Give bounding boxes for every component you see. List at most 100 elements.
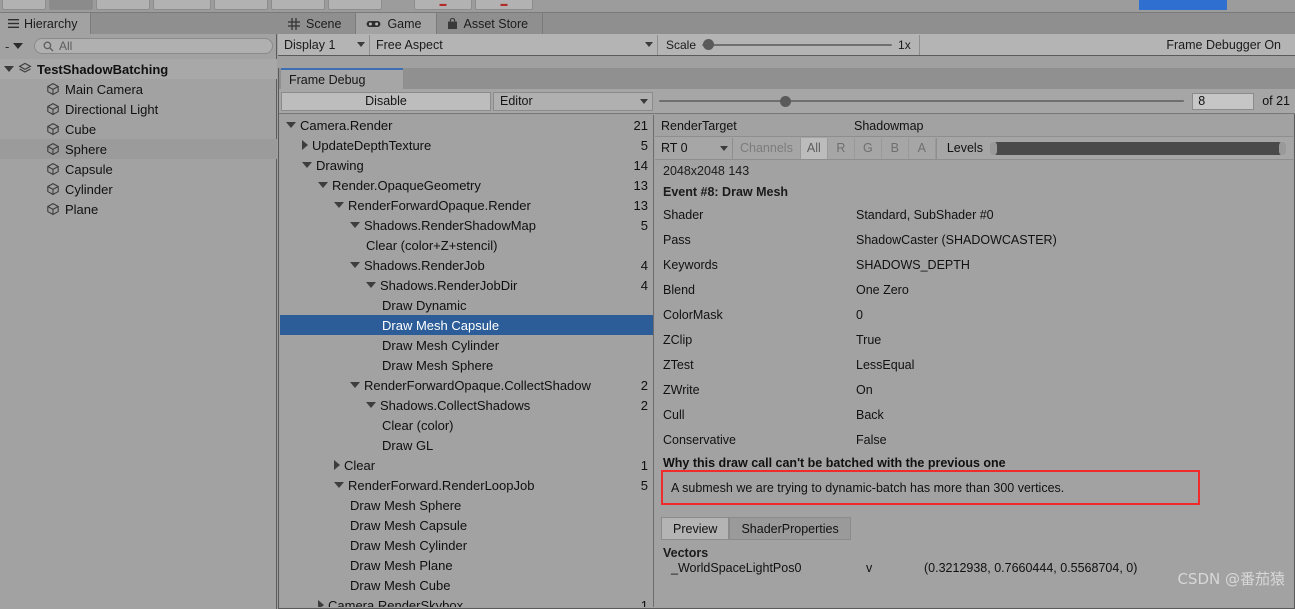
search-input[interactable]: All bbox=[34, 38, 273, 54]
create-dropdown[interactable]: - bbox=[4, 38, 34, 55]
levels-slider[interactable] bbox=[989, 141, 1287, 155]
frame-event-row[interactable]: Clear 1 bbox=[280, 455, 653, 475]
hierarchy-item-cylinder[interactable]: Cylinder bbox=[0, 179, 277, 199]
chevron-down-icon[interactable] bbox=[334, 202, 344, 208]
pause-button[interactable] bbox=[153, 0, 211, 10]
chevron-down-icon[interactable] bbox=[302, 162, 312, 168]
chevron-down-icon[interactable] bbox=[350, 222, 360, 228]
grid-icon bbox=[288, 17, 300, 30]
tab-hierarchy[interactable]: Hierarchy bbox=[0, 13, 91, 34]
channel-button-b[interactable]: B bbox=[882, 137, 909, 159]
transform-tools-button[interactable] bbox=[2, 0, 46, 10]
tab-preview[interactable]: Preview bbox=[661, 517, 730, 540]
gameobject-icon bbox=[47, 142, 59, 156]
frame-event-count: 4 bbox=[640, 277, 648, 293]
chevron-down-icon[interactable] bbox=[366, 402, 376, 408]
frame-event-row[interactable]: Clear (color+Z+stencil) bbox=[280, 235, 653, 255]
chevron-right-icon[interactable] bbox=[318, 600, 324, 607]
event-slider-knob[interactable] bbox=[780, 95, 792, 107]
tab-game[interactable]: Game bbox=[356, 13, 437, 34]
frame-event-row[interactable]: Shadows.RenderJob 4 bbox=[280, 255, 653, 275]
frame-event-row[interactable]: UpdateDepthTexture 5 bbox=[280, 135, 653, 155]
channel-button-all[interactable]: All bbox=[800, 137, 828, 159]
property-key: Cull bbox=[663, 407, 685, 422]
aspect-dropdown[interactable]: Free Aspect bbox=[370, 34, 658, 55]
hierarchy-item-cube[interactable]: Cube bbox=[0, 119, 277, 139]
chevron-down-icon[interactable] bbox=[350, 262, 360, 268]
target-dropdown[interactable]: Editor bbox=[493, 91, 653, 111]
frame-event-row[interactable]: Shadows.RenderShadowMap 5 bbox=[280, 215, 653, 235]
tab-frame-debug[interactable]: Frame Debug bbox=[281, 68, 403, 89]
levels-group[interactable]: Levels bbox=[935, 137, 1293, 159]
hierarchy-item-plane[interactable]: Plane bbox=[0, 199, 277, 219]
frame-event-row[interactable]: Draw Mesh Capsule bbox=[280, 515, 653, 535]
frame-event-label: Draw Mesh Capsule bbox=[350, 517, 468, 533]
chevron-down-icon[interactable] bbox=[350, 382, 360, 388]
scale-slider-knob[interactable] bbox=[702, 39, 714, 50]
display-dropdown[interactable]: Display 1 bbox=[278, 34, 370, 55]
chevron-down-icon[interactable] bbox=[334, 482, 344, 488]
step-button[interactable] bbox=[214, 0, 268, 10]
hierarchy-item-directional-light[interactable]: Directional Light bbox=[0, 99, 277, 119]
play-button[interactable] bbox=[96, 0, 150, 10]
collab-button[interactable] bbox=[271, 0, 325, 10]
frame-event-row[interactable]: Draw Mesh Capsule bbox=[280, 315, 653, 335]
event-slider-track[interactable] bbox=[659, 95, 1185, 107]
event-index-input[interactable]: 8 bbox=[1192, 92, 1255, 110]
rt-dropdown[interactable]: RT 0 bbox=[655, 137, 733, 159]
channel-button-a[interactable]: A bbox=[909, 137, 936, 159]
tab-shader-properties[interactable]: ShaderProperties bbox=[729, 517, 851, 540]
frame-event-row[interactable]: Draw Mesh Cube bbox=[280, 575, 653, 595]
hierarchy-item-label: Sphere bbox=[65, 141, 107, 157]
chevron-down-icon[interactable] bbox=[286, 122, 296, 128]
chevron-down-icon[interactable] bbox=[318, 182, 328, 188]
frame-event-row[interactable]: Shadows.CollectShadows 2 bbox=[280, 395, 653, 415]
frame-event-row[interactable]: RenderForward.RenderLoopJob 5 bbox=[280, 475, 653, 495]
levels-label: Levels bbox=[946, 141, 983, 155]
frame-event-row[interactable]: Render.OpaqueGeometry 13 bbox=[280, 175, 653, 195]
frame-debug-event-tree[interactable]: Camera.Render 21 UpdateDepthTexture 5 Drawin… bbox=[280, 115, 654, 607]
frame-event-count: 13 bbox=[633, 177, 648, 193]
frame-event-label: UpdateDepthTexture bbox=[312, 137, 432, 153]
chevron-down-icon[interactable] bbox=[366, 282, 376, 288]
frame-event-row[interactable]: Draw Mesh Cylinder bbox=[280, 335, 653, 355]
tab-scene[interactable]: Scene bbox=[278, 13, 357, 34]
chevron-right-icon[interactable] bbox=[302, 140, 308, 150]
frame-event-row[interactable]: Draw Mesh Plane bbox=[280, 555, 653, 575]
event-slider-group[interactable]: 8 of 21 bbox=[659, 92, 1295, 111]
pivot-toggle-button[interactable] bbox=[49, 0, 93, 10]
chevron-down-icon bbox=[645, 42, 653, 47]
channel-button-g[interactable]: G bbox=[855, 137, 882, 159]
frame-event-row[interactable]: Draw Mesh Sphere bbox=[280, 495, 653, 515]
chevron-right-icon[interactable] bbox=[334, 460, 340, 470]
layout-dropdown[interactable]: ▬ bbox=[475, 0, 533, 10]
game-panel-toolbar: Display 1 Free Aspect Scale 1x Frame Deb… bbox=[278, 34, 1295, 56]
scene-icon bbox=[18, 62, 32, 73]
frame-event-row[interactable]: Shadows.RenderJobDir 4 bbox=[280, 275, 653, 295]
frame-event-row[interactable]: RenderForwardOpaque.Render 13 bbox=[280, 195, 653, 215]
disable-button[interactable]: Disable bbox=[281, 91, 491, 111]
frame-event-row[interactable]: Draw Dynamic bbox=[280, 295, 653, 315]
frame-event-row[interactable]: Camera.Render 21 bbox=[280, 115, 653, 135]
property-key: ZWrite bbox=[663, 382, 700, 397]
frame-event-row[interactable]: Draw GL bbox=[280, 435, 653, 455]
frame-event-row[interactable]: Draw Mesh Sphere bbox=[280, 355, 653, 375]
chevron-down-icon[interactable] bbox=[4, 66, 14, 72]
channel-button-r[interactable]: R bbox=[828, 137, 855, 159]
scale-slider-group[interactable]: Scale 1x bbox=[658, 34, 920, 55]
hierarchy-item-capsule[interactable]: Capsule bbox=[0, 159, 277, 179]
frame-event-row[interactable]: Camera.RenderSkybox 1 bbox=[280, 595, 653, 607]
frame-event-row[interactable]: Clear (color) bbox=[280, 415, 653, 435]
hierarchy-root-row[interactable]: TestShadowBatching bbox=[0, 59, 277, 79]
hierarchy-item-main-camera[interactable]: Main Camera bbox=[0, 79, 277, 99]
cloud-button[interactable] bbox=[328, 0, 382, 10]
frame-event-label: Clear (color) bbox=[382, 417, 454, 433]
frame-event-row[interactable]: RenderForwardOpaque.CollectShadow 2 bbox=[280, 375, 653, 395]
frame-event-row[interactable]: Drawing 14 bbox=[280, 155, 653, 175]
hierarchy-item-label: Main Camera bbox=[65, 81, 144, 97]
layers-dropdown[interactable]: ▬ bbox=[414, 0, 472, 10]
hierarchy-item-sphere[interactable]: Sphere bbox=[0, 139, 277, 159]
tab-asset-store[interactable]: Asset Store bbox=[436, 13, 544, 34]
frame-event-row[interactable]: Draw Mesh Cylinder bbox=[280, 535, 653, 555]
scale-slider-track[interactable] bbox=[702, 39, 893, 50]
